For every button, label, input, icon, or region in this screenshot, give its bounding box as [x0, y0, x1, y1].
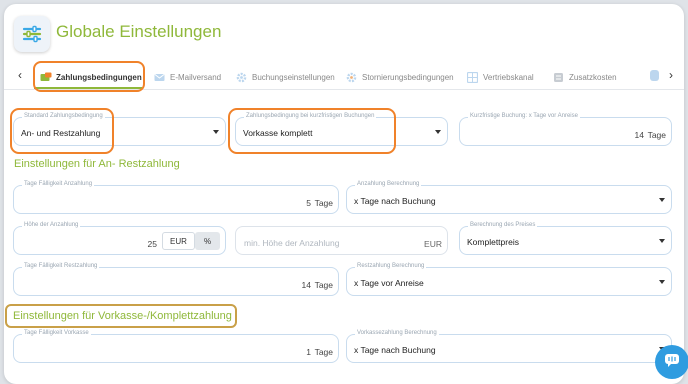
settings-card: Globale Einstellungen ‹ Zahlungsbedingun…: [4, 4, 684, 384]
settings-sliders-icon: [14, 16, 50, 52]
tage-faelligkeit-restzahlung-input[interactable]: Tage Fälligkeit Restzahlung 14 Tage: [13, 263, 339, 296]
highlight-ring-active-tab: [33, 61, 145, 92]
tab-scroll-left-icon[interactable]: ‹: [18, 68, 22, 82]
berechnung-preis-select[interactable]: Berechnung des Preises Komplettpreis: [459, 222, 672, 255]
min-hoehe-anzahlung-input[interactable]: min. Höhe der Anzahlung EUR: [235, 226, 448, 255]
chevron-down-icon: [659, 198, 665, 202]
hoehe-anzahlung-input[interactable]: Höhe der Anzahlung 25 EUR %: [13, 222, 226, 255]
tab-buchungseinstellungen[interactable]: Buchungseinstellungen: [236, 68, 335, 86]
tab-vertriebskanal[interactable]: Vertriebskanal: [466, 68, 534, 86]
vorkassezahlung-berechnung-select[interactable]: Vorkassezahlung Berechnung x Tage nach B…: [346, 330, 672, 363]
grid-icon: [466, 71, 479, 83]
chevron-down-icon: [213, 130, 219, 134]
chevron-down-icon: [659, 239, 665, 243]
chevron-down-icon: [435, 130, 441, 134]
tage-faelligkeit-vorkasse-input[interactable]: Tage Fälligkeit Vorkasse 1 Tage: [13, 330, 339, 363]
page-title: Globale Einstellungen: [56, 22, 222, 41]
chat-bubble-icon: [664, 352, 680, 373]
tab-scroll-right-icon[interactable]: ›: [669, 68, 673, 82]
section-title-an-restzahlung: Einstellungen für An- Restzahlung: [14, 158, 180, 170]
kurzfristige-buchung-tage-input[interactable]: Kurzfristige Buchung: x Tage vor Anreise…: [459, 113, 672, 146]
mail-icon: [154, 72, 165, 83]
tab-stornierungsbedingungen[interactable]: Stornierungsbedingungen: [346, 68, 454, 86]
highlight-ring-standard: [10, 108, 114, 154]
chevron-down-icon: [659, 280, 665, 284]
restzahlung-berechnung-select[interactable]: Restzahlung Berechnung x Tage vor Anreis…: [346, 263, 672, 296]
cost-icon: [553, 72, 564, 83]
tage-faelligkeit-anzahlung-input[interactable]: Tage Fälligkeit Anzahlung 5 Tage: [13, 181, 339, 214]
gear-icon: [236, 72, 247, 83]
more-tabs-icon: [650, 70, 659, 81]
anzahlung-berechnung-select[interactable]: Anzahlung Berechnung x Tage nach Buchung: [346, 181, 672, 214]
highlight-ring-vorkasse-title: [5, 304, 237, 328]
chat-button[interactable]: [655, 345, 688, 379]
unit-toggle-eur[interactable]: EUR: [162, 232, 195, 250]
unit-toggle-percent[interactable]: %: [195, 232, 220, 250]
tab-e-mailversand[interactable]: E-Mailversand: [154, 68, 221, 86]
highlight-ring-kurzfristig: [228, 108, 396, 154]
tab-zusatzkosten[interactable]: Zusatzkosten: [553, 68, 617, 86]
cancel-gear-icon: [346, 72, 357, 83]
